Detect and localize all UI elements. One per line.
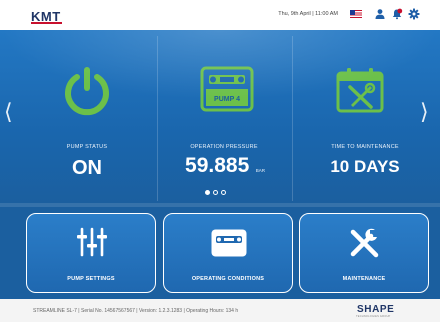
operation-pressure-label: OPERATION PRESSURE (190, 144, 258, 150)
pump-gauge-icon (211, 229, 247, 257)
shape-logo-subtitle: TECHNOLOGIES GROUP (356, 315, 391, 318)
carousel-next-arrow[interactable]: ⟩ (420, 100, 429, 125)
card-divider (292, 36, 293, 201)
device-info: STREAMLINE SL-7 | Serial No. 14567567567… (33, 308, 239, 314)
time-to-maintenance-value: 10 DAYS (330, 157, 400, 176)
date-time: Thu, 9th April | 11:00 AM (278, 11, 338, 17)
action-tiles-area: PUMP SETTINGS OPERATING CONDITIONS MAINT… (0, 203, 440, 299)
pagination-dot-active[interactable] (205, 190, 210, 195)
us-flag-icon[interactable] (350, 10, 362, 18)
notification-icon[interactable] (391, 8, 403, 20)
status-carousel: ⟨ ⟩ PUMP STATUS ON PUMP 4 OPERATION PRES… (0, 30, 440, 203)
wrench-screwdriver-icon (350, 228, 379, 258)
operating-conditions-tile[interactable]: OPERATING CONDITIONS (163, 213, 293, 293)
footer-bar: STREAMLINE SL-7 | Serial No. 14567567567… (0, 299, 440, 322)
pump-status-label: PUMP STATUS (66, 144, 108, 150)
settings-gear-icon[interactable] (408, 8, 420, 20)
pump-status-value: ON (72, 157, 102, 179)
shape-logo: SHAPE (357, 304, 395, 315)
top-bar: KMT Thu, 9th April | 11:00 AM (0, 0, 440, 30)
pump-icon-label: PUMP 4 (214, 96, 240, 103)
pagination-dot[interactable] (221, 190, 226, 195)
maintenance-tile[interactable]: MAINTENANCE (299, 213, 429, 293)
time-to-maintenance-label: TIME TO MAINTENANCE (331, 144, 399, 150)
operation-pressure-value: 59.885 (185, 154, 250, 177)
pump-settings-label: PUMP SETTINGS (67, 276, 115, 282)
pressure-unit: BAR (255, 168, 265, 173)
calendar-tools-icon (336, 68, 384, 113)
logo-underline (31, 22, 62, 24)
power-icon (65, 67, 109, 116)
pump-settings-tile[interactable]: PUMP SETTINGS (26, 213, 156, 293)
operation-pressure-readout: 59.885 BAR (158, 154, 292, 178)
carousel-prev-arrow[interactable]: ⟨ (4, 100, 13, 125)
pagination-dot[interactable] (213, 190, 218, 195)
carousel-pagination (205, 190, 235, 198)
app-screen: KMT Thu, 9th April | 11:00 AM ⟨ ⟩ PUMP S… (0, 0, 440, 322)
user-icon[interactable] (374, 8, 386, 20)
sliders-icon (77, 227, 107, 257)
maintenance-label: MAINTENANCE (342, 276, 386, 282)
operating-conditions-label: OPERATING CONDITIONS (191, 276, 265, 282)
pump-icon: PUMP 4 (200, 66, 254, 112)
